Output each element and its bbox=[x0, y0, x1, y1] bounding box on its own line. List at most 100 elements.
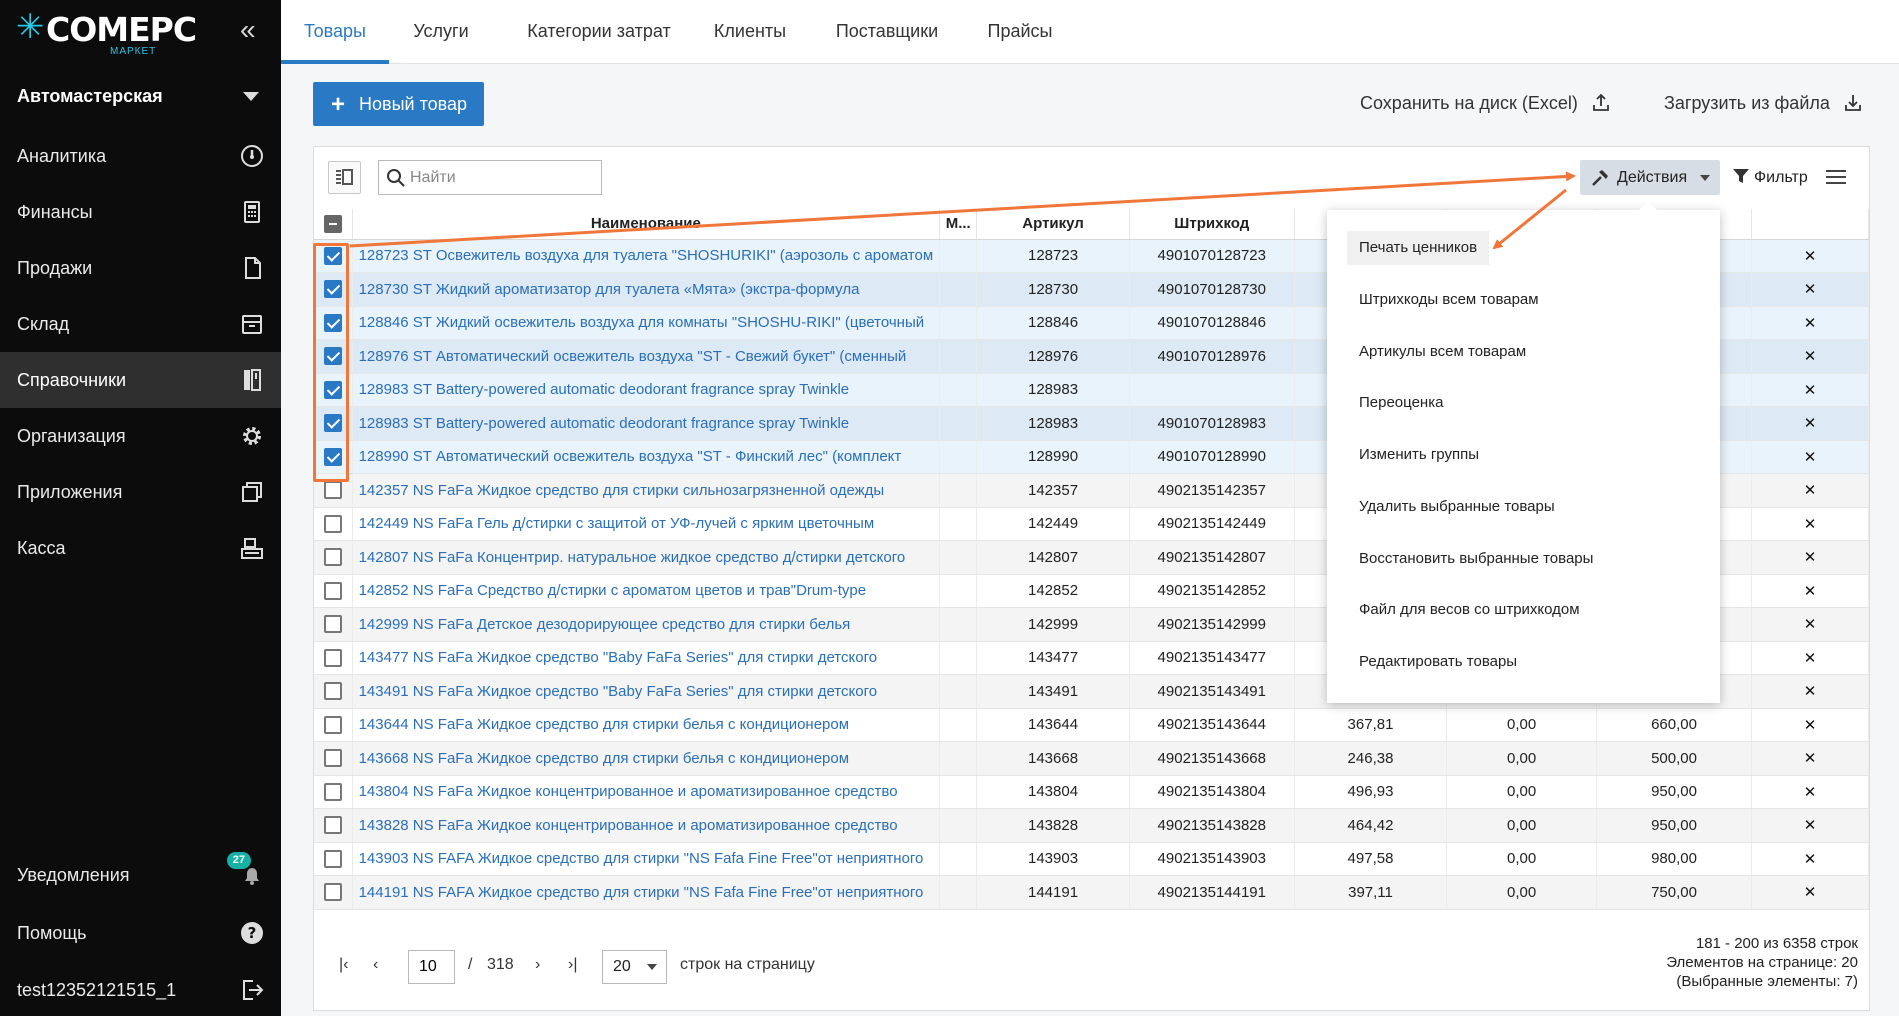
delete-row-icon[interactable]: ✕ bbox=[1751, 708, 1869, 742]
delete-row-icon[interactable]: ✕ bbox=[1751, 239, 1869, 273]
delete-row-icon[interactable]: ✕ bbox=[1751, 306, 1869, 340]
menu-item-articles-all[interactable]: Артикулы всем товарам bbox=[1347, 335, 1538, 369]
load-from-file-button[interactable]: Загрузить из файла bbox=[1664, 92, 1863, 114]
new-product-button[interactable]: + Новый товар bbox=[313, 82, 484, 126]
row-select-cell[interactable] bbox=[314, 641, 353, 675]
col-header-barcode[interactable]: Штрихкод bbox=[1129, 209, 1295, 240]
sidebar-item-notifications[interactable]: Уведомления 27 bbox=[0, 850, 281, 900]
sidebar-item-sales[interactable]: Продажи bbox=[0, 240, 281, 296]
menu-item-barcodes-all[interactable]: Штрихкоды всем товарам bbox=[1347, 283, 1551, 317]
row-select-cell[interactable] bbox=[314, 473, 353, 508]
delete-row-icon[interactable]: ✕ bbox=[1751, 875, 1869, 910]
row-select-cell[interactable] bbox=[314, 775, 353, 809]
row-select-cell[interactable] bbox=[314, 373, 353, 407]
table-row[interactable]: 143804 NS FaFa Жидкое концентрированное … bbox=[314, 775, 1869, 809]
row-checkbox[interactable] bbox=[323, 715, 342, 734]
row-checkbox[interactable] bbox=[323, 849, 342, 868]
product-name-link[interactable]: 144191 NS FAFA Жидкое средство для стирк… bbox=[352, 875, 941, 910]
product-name-link[interactable]: 142999 NS FaFa Детское дезодорирующее ср… bbox=[352, 607, 941, 642]
row-select-cell[interactable] bbox=[314, 339, 353, 374]
row-checkbox[interactable] bbox=[323, 347, 342, 366]
delete-row-icon[interactable]: ✕ bbox=[1751, 741, 1869, 776]
row-checkbox[interactable] bbox=[323, 883, 342, 902]
delete-row-icon[interactable]: ✕ bbox=[1751, 406, 1869, 441]
row-checkbox[interactable] bbox=[323, 682, 342, 701]
menu-icon[interactable] bbox=[1824, 165, 1848, 189]
sidebar-item-user[interactable]: test12352121515_1 bbox=[0, 965, 281, 1015]
product-name-link[interactable]: 128990 ST Автоматический освежитель возд… bbox=[352, 440, 941, 474]
delete-row-icon[interactable]: ✕ bbox=[1751, 808, 1869, 843]
product-name-link[interactable]: 143477 NS FaFa Жидкое средство "Baby FaF… bbox=[352, 641, 941, 675]
product-name-link[interactable]: 128983 ST Battery-powered automatic deod… bbox=[352, 373, 941, 407]
sidebar-item-help[interactable]: Помощь ? bbox=[0, 908, 281, 958]
row-select-cell[interactable] bbox=[314, 574, 353, 608]
row-checkbox[interactable] bbox=[323, 615, 342, 634]
delete-row-icon[interactable]: ✕ bbox=[1751, 373, 1869, 407]
sidebar-item-apps[interactable]: Приложения bbox=[0, 464, 281, 520]
product-name-link[interactable]: 142357 NS FaFa Жидкое средство для стирк… bbox=[352, 473, 941, 508]
delete-row-icon[interactable]: ✕ bbox=[1751, 272, 1869, 307]
row-checkbox[interactable] bbox=[323, 514, 342, 533]
first-page-icon[interactable]: |‹ bbox=[339, 956, 348, 974]
delete-row-icon[interactable]: ✕ bbox=[1751, 540, 1869, 575]
menu-item-scale-file[interactable]: Файл для весов со штрихкодом bbox=[1347, 593, 1592, 627]
row-select-cell[interactable] bbox=[314, 875, 353, 910]
row-checkbox[interactable] bbox=[323, 648, 342, 667]
row-select-cell[interactable] bbox=[314, 808, 353, 843]
page-number-input[interactable] bbox=[408, 950, 455, 984]
product-name-link[interactable]: 128976 ST Автоматический освежитель возд… bbox=[352, 339, 941, 374]
product-name-link[interactable]: 142807 NS FaFa Концентрир. натуральное ж… bbox=[352, 540, 941, 575]
save-to-disk-button[interactable]: Сохранить на диск (Excel) bbox=[1360, 92, 1611, 114]
delete-row-icon[interactable]: ✕ bbox=[1751, 842, 1869, 876]
actions-button[interactable]: Действия bbox=[1580, 160, 1720, 195]
filter-button[interactable]: Фильтр bbox=[1732, 160, 1808, 195]
row-select-cell[interactable] bbox=[314, 507, 353, 541]
select-all-checkbox[interactable] bbox=[323, 214, 342, 233]
menu-item-edit-products[interactable]: Редактировать товары bbox=[1347, 645, 1529, 679]
menu-item-restore-selected[interactable]: Восстановить выбранные товары bbox=[1347, 542, 1605, 576]
table-row[interactable]: 143903 NS FAFA Жидкое средство для стирк… bbox=[314, 842, 1869, 876]
collapse-sidebar-icon[interactable]: « bbox=[240, 14, 256, 46]
row-checkbox[interactable] bbox=[323, 548, 342, 567]
row-select-cell[interactable] bbox=[314, 842, 353, 876]
product-name-link[interactable]: 143668 NS FaFa Жидкое средство для стирк… bbox=[352, 741, 941, 776]
row-checkbox[interactable] bbox=[323, 581, 342, 600]
tab-clients[interactable]: Клиенты bbox=[691, 0, 809, 64]
last-page-icon[interactable]: ›| bbox=[568, 956, 577, 974]
row-checkbox[interactable] bbox=[323, 816, 342, 835]
product-name-link[interactable]: 143644 NS FaFa Жидкое средство для стирк… bbox=[352, 708, 941, 742]
tab-services[interactable]: Услуги bbox=[401, 0, 481, 64]
row-checkbox[interactable] bbox=[323, 246, 342, 265]
sidebar-item-warehouse[interactable]: Склад bbox=[0, 296, 281, 352]
tab-price-lists[interactable]: Прайсы bbox=[965, 0, 1075, 64]
table-row[interactable]: 144191 NS FAFA Жидкое средство для стирк… bbox=[314, 875, 1869, 910]
row-checkbox[interactable] bbox=[323, 380, 342, 399]
row-checkbox[interactable] bbox=[323, 782, 342, 801]
delete-row-icon[interactable]: ✕ bbox=[1751, 674, 1869, 709]
search-box[interactable] bbox=[378, 160, 602, 195]
logo[interactable]: ✳ COMEPC МАРКЕТ bbox=[16, 10, 216, 60]
col-header-article[interactable]: Артикул bbox=[976, 209, 1130, 240]
page-size-select[interactable]: 20 bbox=[602, 950, 667, 984]
col-header-name[interactable]: Наименование bbox=[352, 209, 941, 240]
delete-row-icon[interactable]: ✕ bbox=[1751, 473, 1869, 508]
product-name-link[interactable]: 143828 NS FaFa Жидкое концентрированное … bbox=[352, 808, 941, 843]
delete-row-icon[interactable]: ✕ bbox=[1751, 641, 1869, 675]
menu-item-print-price-tags[interactable]: Печать ценников bbox=[1347, 231, 1490, 265]
table-row[interactable]: 143668 NS FaFa Жидкое средство для стирк… bbox=[314, 741, 1869, 776]
delete-row-icon[interactable]: ✕ bbox=[1751, 507, 1869, 541]
product-name-link[interactable]: 128846 ST Жидкий освежитель воздуха для … bbox=[352, 306, 941, 340]
column-chooser-button[interactable] bbox=[328, 161, 361, 194]
delete-row-icon[interactable]: ✕ bbox=[1751, 574, 1869, 608]
row-checkbox[interactable] bbox=[323, 481, 342, 500]
col-header-m[interactable]: М... bbox=[939, 209, 978, 240]
tab-goods[interactable]: Товары bbox=[281, 0, 389, 64]
product-name-link[interactable]: 143491 NS FaFa Жидкое средство "Baby FaF… bbox=[352, 674, 941, 709]
next-page-icon[interactable]: › bbox=[535, 956, 540, 974]
product-name-link[interactable]: 128730 ST Жидкий ароматизатор для туалет… bbox=[352, 272, 941, 307]
row-select-cell[interactable] bbox=[314, 239, 353, 273]
organization-selector[interactable]: Автомастерская bbox=[0, 73, 281, 119]
delete-row-icon[interactable]: ✕ bbox=[1751, 775, 1869, 809]
sidebar-item-cash[interactable]: Касса bbox=[0, 520, 281, 576]
row-checkbox[interactable] bbox=[323, 749, 342, 768]
